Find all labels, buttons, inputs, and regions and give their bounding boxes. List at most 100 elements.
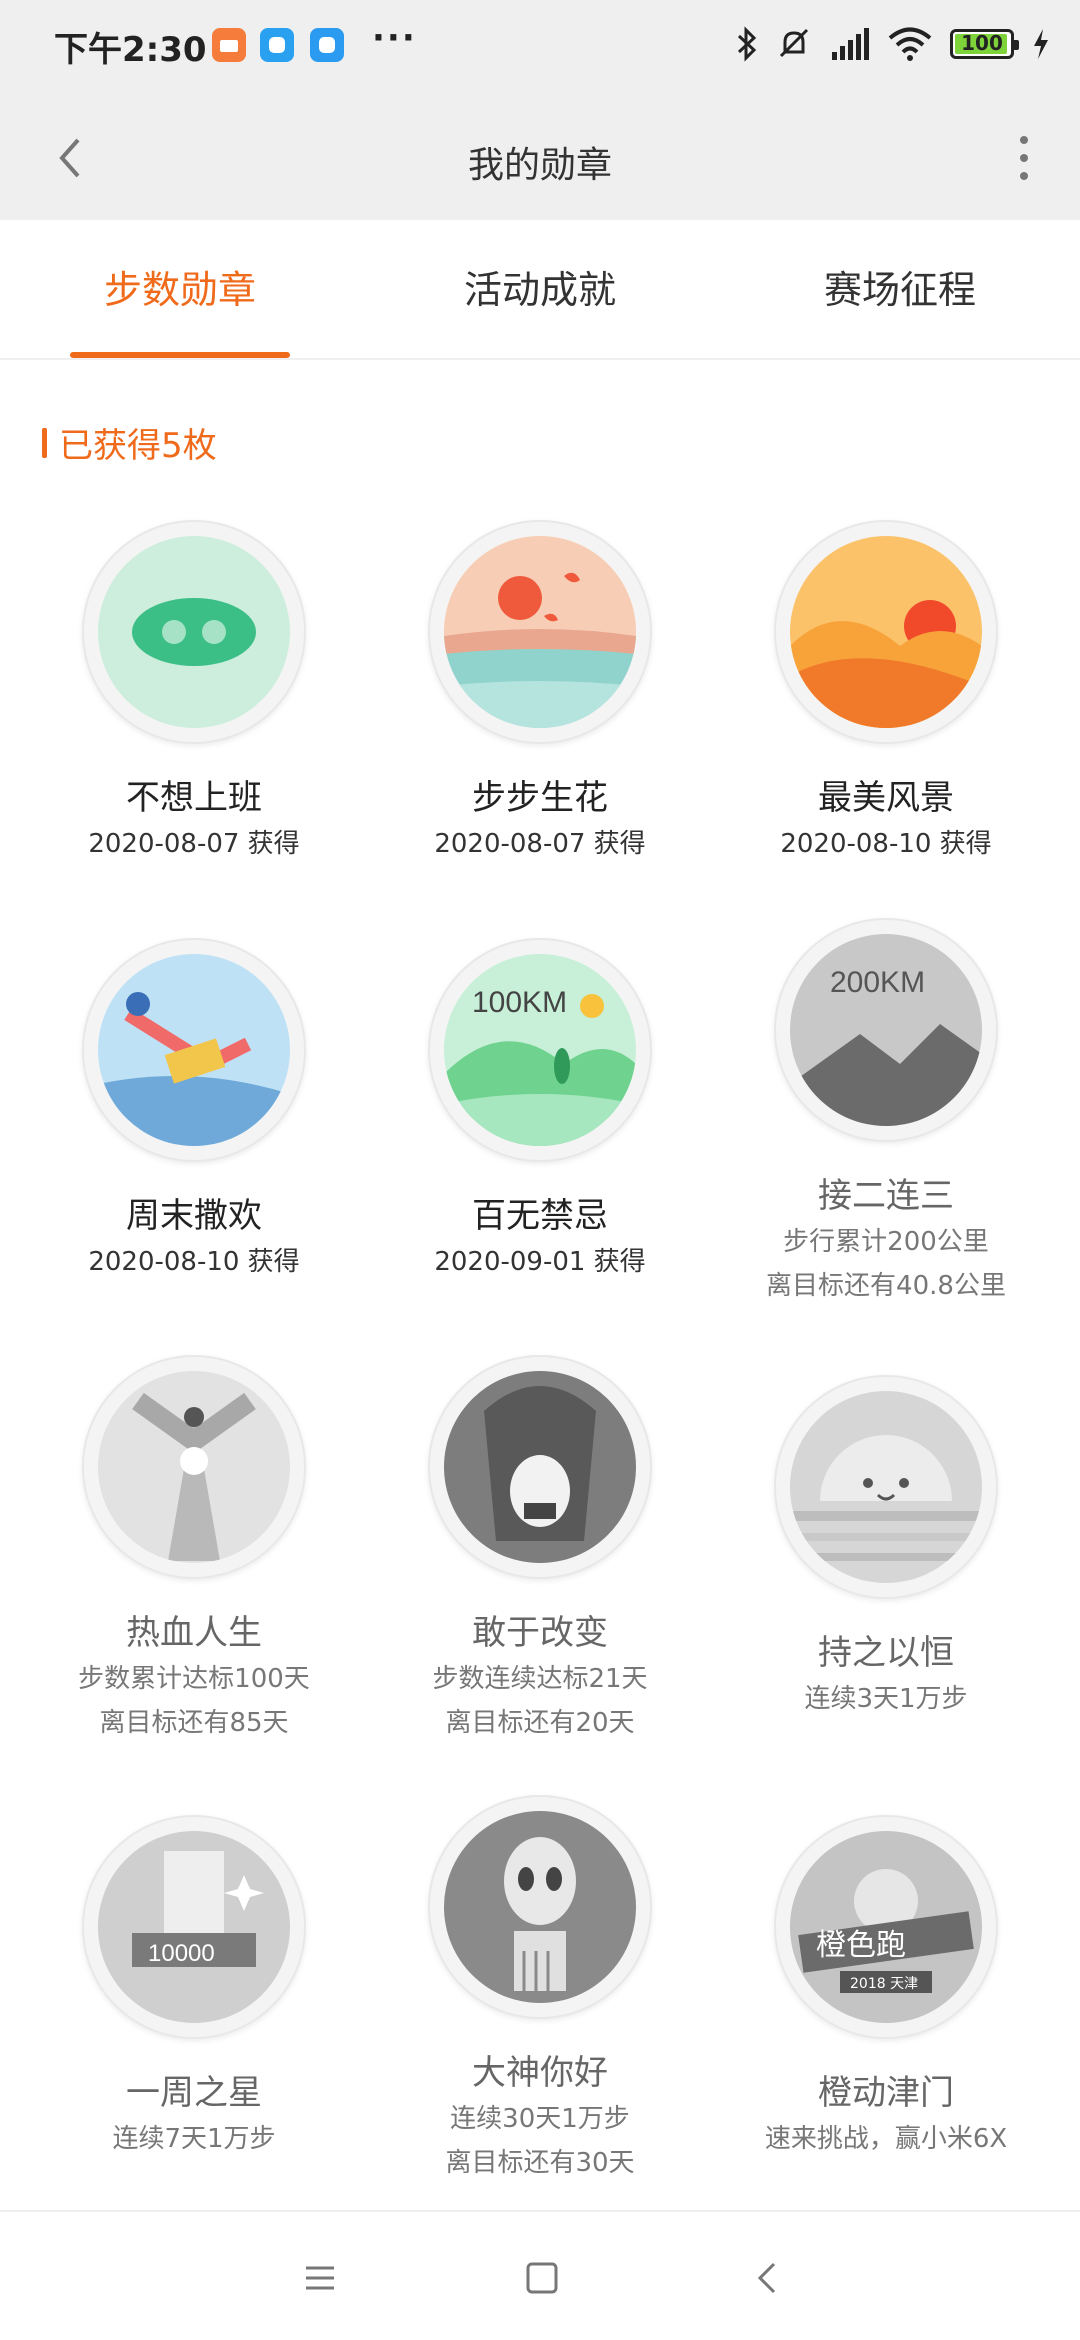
badge-name: 一周之星 [126, 2073, 262, 2113]
badge-remaining: 离目标还有40.8公里 [766, 1271, 1006, 1301]
earned-count-label: 已获得5枚 [59, 426, 217, 466]
badge-name: 敢于改变 [472, 1613, 608, 1653]
badge-medal [428, 1795, 652, 2019]
bluetooth-icon [737, 26, 757, 62]
badge-medal [774, 520, 998, 744]
hero-heart-icon [98, 1371, 290, 1563]
badge-item[interactable]: 敢于改变 步数连续达标21天 离目标还有20天 [360, 1355, 720, 1742]
status-bar: 下午2:30 ··· 100 [0, 0, 1080, 96]
app-header: 我的勋章 [0, 96, 1080, 220]
badge-date: 2020-08-07 获得 [88, 829, 300, 859]
badge-date: 2020-08-07 获得 [434, 829, 646, 859]
badge-item[interactable]: 100KM 百无禁忌 2020-09-01 获得 [360, 938, 720, 1281]
pig-nose-icon [98, 536, 290, 728]
badge-item[interactable]: 10000 一周之星 连续7天1万步 [14, 1815, 374, 2158]
badge-progress: 速来挑战，赢小米6X [764, 2124, 1008, 2154]
badge-name: 持之以恒 [818, 1633, 954, 1673]
tab-activity-achievements[interactable]: 活动成就 [360, 220, 720, 360]
badge-date: 2020-08-10 获得 [780, 829, 992, 859]
home-square-icon [526, 2262, 558, 2294]
badge-item[interactable]: 周末撒欢 2020-08-10 获得 [14, 938, 374, 1281]
smiling-sun-icon [790, 1391, 982, 1583]
tab-step-badges[interactable]: 步数勋章 [0, 220, 360, 360]
more-vertical-icon [1020, 136, 1028, 180]
badge-item[interactable]: 热血人生 步数累计达标100天 离目标还有85天 [14, 1355, 374, 1742]
badge-progress: 连续7天1万步 [112, 2124, 276, 2154]
section-accent-bar [42, 427, 47, 458]
tab-bar: 步数勋章 活动成就 赛场征程 [0, 220, 1080, 360]
menu-button[interactable] [290, 2248, 350, 2308]
badge-progress: 步数累计达标100天 [78, 1664, 310, 1694]
battery-icon: 100 [950, 29, 1019, 59]
badge-item[interactable]: 最美风景 2020-08-10 获得 [706, 520, 1066, 863]
200km-mountains-icon: 200KM [790, 934, 982, 1126]
badge-text-10000: 10000 [148, 1940, 215, 1967]
badge-text-orange-run: 橙色跑 [816, 1928, 906, 1963]
badge-medal [82, 1355, 306, 1579]
badge-text-tianjin-2018: 2018 天津 [850, 1976, 918, 1992]
100km-hills-icon: 100KM [444, 954, 636, 1146]
status-time: 下午2:30 [54, 30, 207, 70]
badge-progress: 连续3天1万步 [804, 1684, 968, 1714]
badge-date: 2020-09-01 获得 [434, 1247, 646, 1277]
badge-date: 2020-08-10 获得 [88, 1247, 300, 1277]
battery-level: 100 [961, 31, 1003, 55]
charging-icon [1034, 29, 1048, 59]
more-button[interactable] [992, 126, 1056, 190]
badge-name: 最美风景 [818, 778, 954, 818]
badge-progress: 步行累计200公里 [783, 1227, 989, 1257]
badge-medal [82, 938, 306, 1162]
mi-app-icon [212, 28, 246, 62]
earned-count-heading: 已获得5枚 [42, 418, 217, 467]
badge-item[interactable]: 不想上班 2020-08-07 获得 [14, 520, 374, 863]
runner-flying-icon [98, 954, 290, 1146]
page-title: 我的勋章 [467, 145, 612, 186]
badge-progress: 连续30天1万步 [450, 2104, 630, 2134]
sunrise-dunes-icon [790, 536, 982, 728]
badge-name: 周末撒欢 [126, 1196, 262, 1236]
badge-medal: 10000 [82, 1815, 306, 2039]
badge-name: 热血人生 [126, 1613, 262, 1653]
home-button[interactable] [512, 2248, 572, 2308]
badge-item[interactable]: 持之以恒 连续3天1万步 [706, 1375, 1066, 1718]
badge-name: 步步生花 [472, 778, 608, 818]
badge-text-200km: 200KM [830, 966, 925, 999]
badge-remaining: 离目标还有30天 [445, 2148, 635, 2178]
badge-medal [82, 520, 306, 744]
badge-medal [428, 1355, 652, 1579]
back-nav-button[interactable] [738, 2248, 798, 2308]
signal-icon [832, 28, 869, 60]
badge-medal: 200KM [774, 918, 998, 1142]
badge-progress: 步数连续达标21天 [432, 1664, 648, 1694]
badge-remaining: 离目标还有20天 [445, 1708, 635, 1738]
badge-item[interactable]: 200KM 接二连三 步行累计200公里 离目标还有40.8公里 [706, 918, 1066, 1305]
10000-star-icon: 10000 [98, 1831, 290, 2023]
badge-medal [428, 520, 652, 744]
badge-text-100km: 100KM [472, 986, 567, 1019]
tab-race-journey[interactable]: 赛场征程 [720, 220, 1080, 360]
system-nav-bar [0, 2210, 1080, 2340]
alien-comb-icon [444, 1811, 636, 2003]
app-icon-blue-2 [310, 28, 344, 62]
wifi-icon [888, 27, 932, 61]
badge-item[interactable]: 步步生花 2020-08-07 获得 [360, 520, 720, 863]
active-tab-indicator [70, 352, 290, 358]
badge-name: 橙动津门 [818, 2073, 954, 2113]
badge-name: 百无禁忌 [472, 1196, 608, 1236]
more-notifications: ··· [372, 18, 417, 58]
orange-run-2018-icon: 橙色跑 2018 天津 [790, 1831, 982, 2023]
badge-name: 接二连三 [818, 1176, 954, 1216]
badge-remaining: 离目标还有85天 [99, 1708, 289, 1738]
badge-name: 不想上班 [126, 778, 262, 818]
mute-icon [779, 28, 809, 58]
badge-medal: 橙色跑 2018 天津 [774, 1815, 998, 2039]
badge-item[interactable]: 大神你好 连续30天1万步 离目标还有30天 [360, 1795, 720, 2182]
badge-name: 大神你好 [472, 2053, 608, 2093]
app-icon-blue [260, 28, 294, 62]
sunset-petals-icon [444, 536, 636, 728]
menu-icon [306, 2266, 334, 2290]
badge-item[interactable]: 橙色跑 2018 天津 橙动津门 速来挑战，赢小米6X [706, 1815, 1066, 2158]
back-triangle-icon [757, 2262, 776, 2294]
badge-medal [774, 1375, 998, 1599]
badge-medal: 100KM [428, 938, 652, 1162]
